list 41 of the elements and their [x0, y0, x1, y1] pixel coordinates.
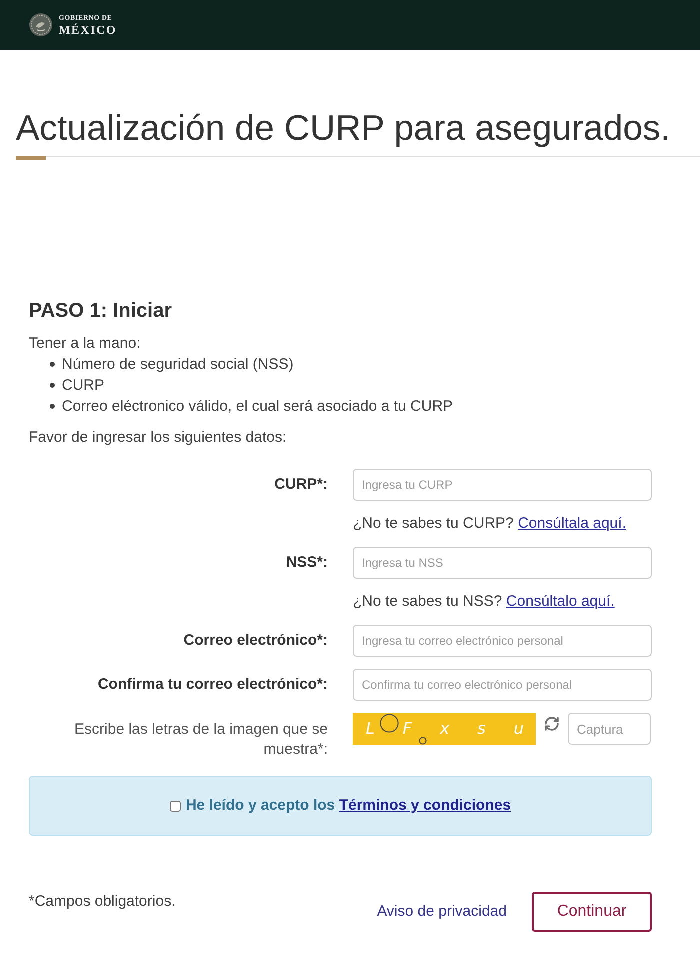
- captcha-letter: x: [440, 720, 450, 738]
- bullet-icon: [50, 404, 55, 409]
- field-label: Confirma tu correo electrónico*:: [96, 675, 328, 695]
- required-note: *Campos obligatorios.: [29, 892, 176, 911]
- captcha-letter: u: [514, 720, 524, 738]
- bullet-icon: [50, 383, 55, 388]
- noise-ring-icon: [419, 737, 427, 745]
- captcha-letter: F: [402, 720, 412, 738]
- terms-checkbox[interactable]: [170, 800, 181, 812]
- consult-link[interactable]: Consúltalo aquí.: [506, 593, 615, 610]
- list-item-text: CURP: [62, 376, 105, 396]
- intro-text: Tener a la mano:: [29, 334, 142, 354]
- field-label: Correo electrónico*:: [182, 631, 328, 651]
- refresh-icon[interactable]: [544, 716, 560, 732]
- page-title: Actualización de CURP para asegurados.: [16, 108, 672, 148]
- bullet-icon: [50, 362, 55, 367]
- field-label: NSS*:: [285, 553, 328, 573]
- privacy-link[interactable]: Aviso de privacidad: [377, 902, 507, 922]
- text-field[interactable]: Ingresa tu NSS: [353, 547, 652, 579]
- noise-ring-icon: [380, 714, 399, 733]
- captcha-field[interactable]: Captura: [568, 713, 651, 745]
- captcha-letter: s: [478, 720, 486, 738]
- consult-link[interactable]: Consúltala aquí.: [518, 515, 626, 532]
- text-field[interactable]: Ingresa tu correo electrónico personal: [353, 625, 652, 657]
- title-accent-bar: [16, 156, 46, 160]
- step-heading: PASO 1: Iniciar: [29, 299, 174, 323]
- emblem-icon: [29, 13, 53, 37]
- list-item-text: Correo eléctronico válido, el cual será asociado a tu CURP: [62, 397, 454, 417]
- text-field[interactable]: Ingresa tu CURP: [353, 469, 652, 501]
- instruction-text: Favor de ingresar los siguientes datos:: [29, 428, 288, 448]
- field-label: CURP*:: [274, 475, 328, 495]
- logo-text: MÉXICO: [59, 24, 117, 36]
- terms-link[interactable]: Términos y condiciones: [339, 797, 512, 814]
- continue-button[interactable]: Continuar: [532, 892, 652, 932]
- hint-text: ¿No te sabes tu CURP? Consúltala aquí.: [353, 514, 628, 534]
- field-label: Escribe las letras de la imagen que se muestra*:: [74, 720, 328, 760]
- hint-text: ¿No te sabes tu NSS? Consúltalo aquí.: [353, 592, 616, 612]
- text-field[interactable]: Confirma tu correo electrónico personal: [353, 669, 652, 701]
- list-item-text: Número de seguridad social (NSS): [62, 355, 294, 375]
- terms-text: He leído y acepto los Términos y condiciones: [186, 796, 512, 816]
- captcha-letter: L: [366, 720, 375, 738]
